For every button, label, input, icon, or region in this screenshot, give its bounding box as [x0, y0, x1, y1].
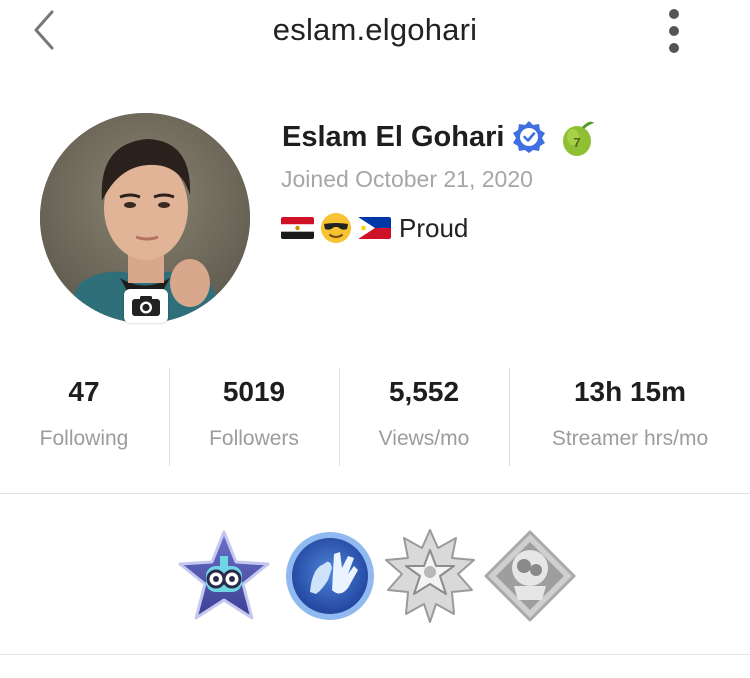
- stat-value: 5,552: [388, 376, 460, 407]
- name-row: Eslam El Gohari 7: [282, 115, 596, 159]
- level-number: 7: [574, 135, 581, 150]
- stats-row: 47 Following 5019 Followers 5,552 Views/…: [0, 366, 750, 468]
- grey-diamond-badge-icon[interactable]: [482, 528, 578, 624]
- stat-label: Views/mo: [378, 427, 470, 450]
- divider: [169, 368, 170, 466]
- joined-date: Joined October 21, 2020: [281, 166, 533, 192]
- divider: [0, 654, 750, 655]
- bio: Proud: [281, 210, 468, 246]
- philippines-flag-icon: [358, 217, 391, 239]
- vertical-dots-icon: [669, 9, 679, 19]
- star-robot-badge-icon[interactable]: [176, 528, 272, 624]
- stat-views[interactable]: 5,552 Views/mo: [340, 366, 508, 468]
- verified-badge-icon: [513, 121, 546, 153]
- stat-label: Followers: [209, 427, 299, 450]
- top-bar: eslam.elgohari: [0, 0, 750, 70]
- camera-icon: [132, 296, 160, 316]
- level-badge-icon: 7: [563, 121, 595, 156]
- stat-label: Streamer hrs/mo: [551, 427, 709, 450]
- stat-streamer-hours[interactable]: 13h 15m Streamer hrs/mo: [510, 366, 750, 468]
- silver-star-medal-badge-icon[interactable]: [382, 528, 478, 624]
- divider: [0, 493, 750, 494]
- high-five-badge-icon[interactable]: [282, 528, 378, 624]
- stat-following[interactable]: 47 Following: [0, 366, 168, 468]
- dot: [669, 26, 679, 36]
- stat-value: 5019: [222, 376, 286, 407]
- divider: [339, 368, 340, 466]
- egypt-flag-icon: [281, 217, 314, 239]
- more-options-button[interactable]: [652, 6, 696, 56]
- page-title: eslam.elgohari: [272, 12, 478, 47]
- stat-value: 13h 15m: [573, 376, 687, 407]
- sunglasses-emoji-icon: [321, 213, 351, 243]
- badge-row: [0, 528, 750, 624]
- display-name: Eslam El Gohari: [282, 120, 505, 153]
- dot: [669, 43, 679, 53]
- change-photo-button[interactable]: [124, 289, 168, 323]
- stat-value: 47: [68, 376, 100, 407]
- divider: [509, 368, 510, 466]
- bio-text: Proud: [399, 212, 469, 243]
- stat-followers[interactable]: 5019 Followers: [170, 366, 338, 468]
- stat-label: Following: [39, 427, 129, 450]
